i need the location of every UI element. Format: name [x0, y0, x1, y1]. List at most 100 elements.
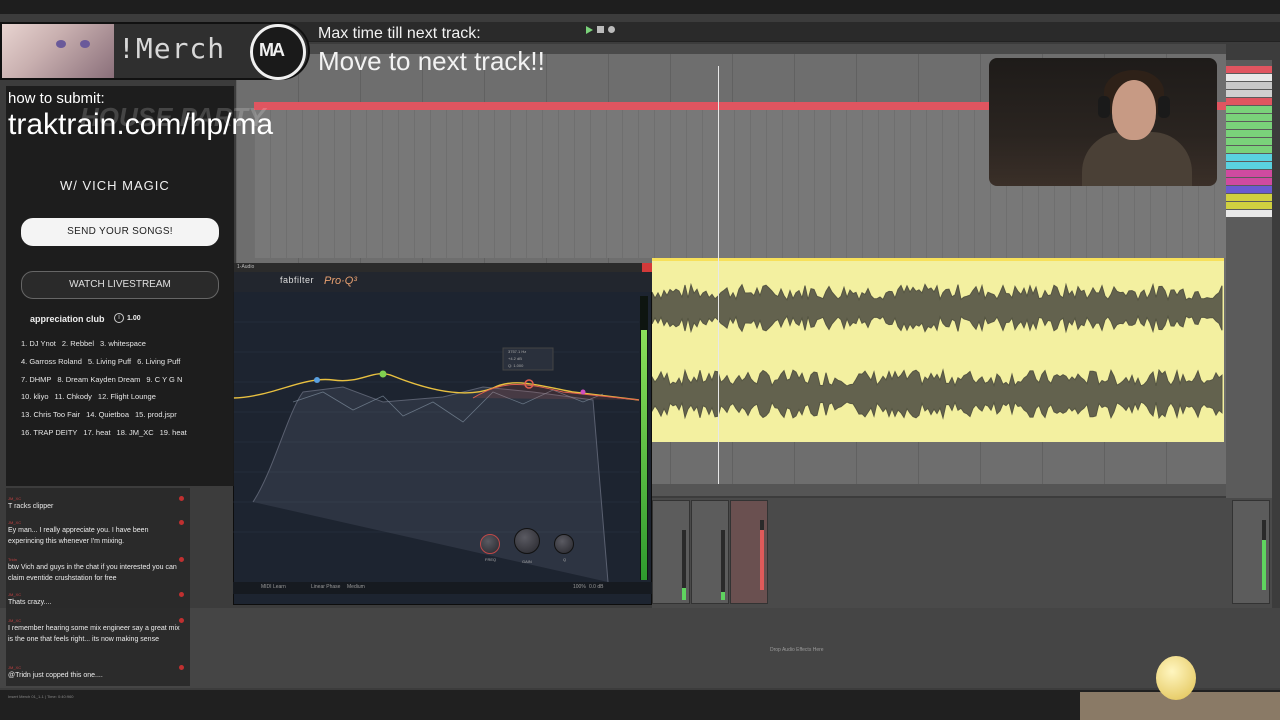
chat-username[interactable]: JM_XC	[8, 592, 21, 597]
eq-graph[interactable]	[233, 292, 639, 582]
stop-icon[interactable]	[597, 26, 604, 33]
host-line: W/ VICH MAGIC	[60, 178, 170, 193]
track-header[interactable]	[1226, 178, 1272, 185]
phase-mode-select[interactable]: Linear Phase	[311, 584, 340, 590]
club-member: 12. Flight Lounge	[97, 392, 156, 401]
club-row: 16. TRAP DEITY 17. heat 18. JM_XC 19. heat	[21, 428, 193, 437]
club-row: 7. DHMP 8. Dream Kayden Dream 9. C Y G N	[21, 375, 188, 384]
chat-message: @Tridn just copped this one....	[8, 672, 103, 679]
playhead-line[interactable]	[718, 66, 719, 490]
chat-message: Thats crazy....	[8, 599, 52, 606]
appreciation-club-title: appreciation club	[30, 314, 105, 324]
play-icon[interactable]	[586, 26, 593, 34]
clip-timeline-ruler[interactable]	[652, 484, 1226, 496]
submit-label: how to submit:	[8, 90, 105, 107]
device-view[interactable]	[0, 608, 1280, 688]
chat-username[interactable]: JM_XC	[8, 520, 21, 525]
track-header[interactable]	[1226, 202, 1272, 209]
club-member: 18. JM_XC	[116, 428, 154, 437]
track-header[interactable]	[1226, 170, 1272, 177]
club-member: 3. whitespace	[100, 339, 146, 348]
club-row: 13. Chris Too Fair 14. Quietboa 15. prod.j…	[21, 410, 183, 419]
track-header[interactable]	[1226, 82, 1272, 89]
mascot-character	[1156, 656, 1196, 700]
club-row: 4. Garross Roland 5. Living Puff 6. Living…	[21, 357, 186, 366]
drop-effects-hint: Drop Audio Effects Here	[770, 647, 824, 653]
club-member: 1. DJ Ynot	[21, 339, 56, 348]
track-header[interactable]	[1226, 114, 1272, 121]
club-member: 6. Living Puff	[137, 357, 181, 366]
transport-controls	[586, 26, 615, 34]
headphone-icon	[1158, 96, 1170, 118]
track-header[interactable]	[1226, 106, 1272, 113]
eq-band-4[interactable]	[580, 389, 586, 395]
status-text: Insert Merch 01_1-1 | Time: 0:40:960	[8, 694, 74, 699]
chat-username[interactable]: Tridn	[8, 557, 17, 562]
band-readout-freq: 3757.1 Hz	[508, 349, 527, 354]
mixer-meter-1	[682, 530, 686, 600]
track-header[interactable]	[1226, 98, 1272, 105]
master-meter	[1262, 520, 1266, 590]
q-label: Q	[563, 557, 567, 562]
anime-avatar	[2, 24, 114, 78]
club-member: 11. Chkody	[54, 392, 92, 401]
chat-badge-icon	[179, 665, 184, 670]
track-header[interactable]	[1226, 186, 1272, 193]
daw-menubar	[0, 0, 1280, 14]
chat-username[interactable]: JM_XC	[8, 496, 21, 501]
track-header[interactable]	[1226, 122, 1272, 129]
freq-label: FREQ	[485, 557, 497, 562]
avatar-eye	[56, 40, 66, 48]
record-icon[interactable]	[608, 26, 615, 33]
chat-username[interactable]: JM_XC	[8, 665, 21, 670]
track-header[interactable]	[1226, 74, 1272, 81]
gain-knob[interactable]	[514, 528, 540, 554]
avatar-eye	[80, 40, 90, 48]
club-member: 5. Living Puff	[87, 357, 132, 366]
track-header[interactable]	[1226, 130, 1272, 137]
chat-badge-icon	[179, 618, 184, 623]
chat-panel	[6, 488, 190, 686]
plugin-product: Pro·Q³	[324, 275, 357, 287]
club-member: 2. Rebbel	[61, 339, 94, 348]
quality-select[interactable]: Medium	[347, 584, 365, 590]
plugin-footer: MIDI Learn Linear Phase Medium 100% 0.0 …	[233, 582, 652, 594]
chat-badge-icon	[179, 592, 184, 597]
output-gain-readout[interactable]: 0.0 dB	[589, 584, 603, 590]
plugin-titlebar[interactable]: 1-Audio	[233, 263, 652, 272]
plugin-brand: fabfilter	[280, 275, 315, 285]
eq-band-2[interactable]	[379, 370, 387, 378]
midi-learn-button[interactable]: MIDI Learn	[261, 584, 286, 590]
eq-band-1[interactable]	[314, 377, 320, 383]
club-member: 17. heat	[83, 428, 111, 437]
track-header[interactable]	[1226, 162, 1272, 169]
club-row: 1. DJ Ynot 2. Rebbel 3. whitespace	[21, 339, 152, 348]
chat-username[interactable]: JM_XC	[8, 618, 21, 623]
mixer-meter-3	[760, 520, 764, 590]
channel-logo-text: MA	[259, 40, 285, 60]
streamer-body	[1082, 132, 1192, 186]
chat-message: I remember hearing some mix engineer say…	[8, 625, 180, 643]
info-icon[interactable]: i	[114, 313, 124, 323]
track-header[interactable]	[1226, 138, 1272, 145]
send-songs-button[interactable]: SEND YOUR SONGS!	[21, 218, 219, 246]
close-icon[interactable]	[642, 263, 652, 272]
track-header[interactable]	[1226, 194, 1272, 201]
freq-knob[interactable]	[480, 534, 500, 554]
chat-badge-icon	[179, 557, 184, 562]
track-header[interactable]	[1226, 90, 1272, 97]
track-header[interactable]	[1226, 146, 1272, 153]
chat-badge-icon	[179, 520, 184, 525]
club-member: 9. C Y G N	[146, 375, 183, 384]
max-time-value: Move to next track!!	[318, 46, 545, 76]
track-list[interactable]	[1226, 60, 1272, 500]
club-member: 8. Dream Kayden Dream	[57, 375, 141, 384]
q-knob[interactable]	[554, 534, 574, 554]
track-header[interactable]	[1226, 210, 1272, 217]
track-header[interactable]	[1226, 154, 1272, 161]
gain-label: GAIN	[522, 559, 532, 564]
zoom-select[interactable]: 100%	[573, 584, 586, 590]
track-header[interactable]	[1226, 66, 1272, 73]
headphone-icon	[1098, 96, 1110, 118]
watch-livestream-button[interactable]: WATCH LIVESTREAM	[21, 271, 219, 299]
